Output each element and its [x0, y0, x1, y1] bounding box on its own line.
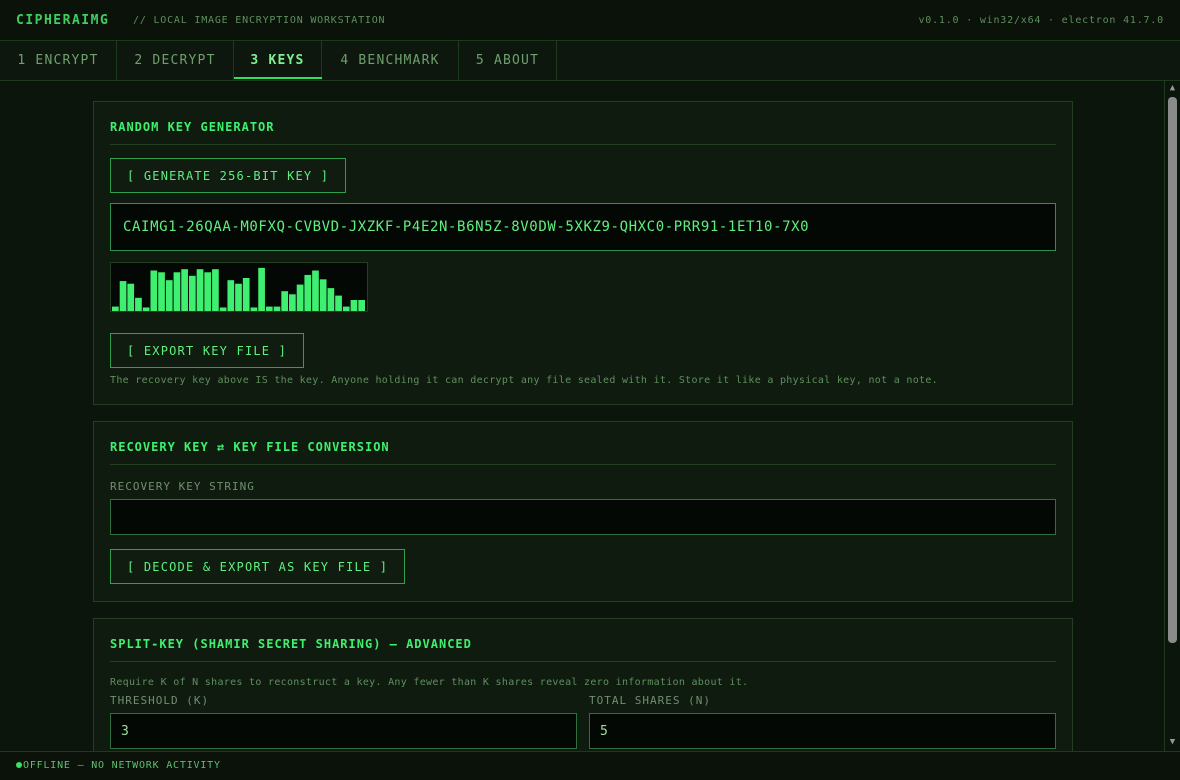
- entropy-bar: [135, 297, 142, 311]
- entropy-bar: [265, 306, 273, 311]
- active-tab-indicator: [234, 77, 322, 79]
- entropy-histogram: [110, 262, 368, 312]
- entropy-bar: [235, 283, 242, 311]
- entropy-bar: [250, 307, 258, 311]
- entropy-bar: [342, 306, 350, 311]
- entropy-bar: [289, 294, 296, 311]
- entropy-bar: [219, 307, 227, 311]
- tab-about[interactable]: 5 ABOUT: [459, 41, 557, 80]
- title-bar: CIPHERAIMG // LOCAL IMAGE ENCRYPTION WOR…: [0, 0, 1180, 41]
- recovery-key-input[interactable]: [110, 499, 1056, 535]
- entropy-bar: [173, 272, 181, 311]
- divider: [110, 144, 1056, 145]
- entropy-bar: [335, 295, 342, 311]
- entropy-bar: [150, 270, 158, 311]
- entropy-bar: [212, 269, 219, 311]
- panel-title: RECOVERY KEY ⇄ KEY FILE CONVERSION: [110, 440, 390, 454]
- entropy-bar: [227, 280, 235, 311]
- key-warning-note: The recovery key above IS the key. Anyon…: [110, 375, 938, 386]
- entropy-bar: [296, 284, 304, 311]
- divider: [110, 661, 1056, 662]
- entropy-bar: [127, 283, 135, 311]
- random-key-generator-panel: RANDOM KEY GENERATOR [ GENERATE 256-BIT …: [93, 101, 1073, 405]
- status-bar: OFFLINE — NO NETWORK ACTIVITY: [0, 751, 1180, 780]
- tab-encrypt[interactable]: 1 ENCRYPT: [0, 41, 117, 80]
- decode-export-button[interactable]: [ DECODE & EXPORT AS KEY FILE ]: [110, 549, 406, 584]
- entropy-bar: [242, 278, 250, 311]
- entropy-bar: [112, 306, 119, 311]
- entropy-bar: [142, 307, 150, 311]
- tab-decrypt[interactable]: 2 DECRYPT: [117, 41, 234, 80]
- status-indicator-icon: [16, 762, 22, 768]
- entropy-histogram-svg: [112, 267, 365, 311]
- threshold-input[interactable]: 3: [110, 713, 577, 749]
- tab-bar: 1 ENCRYPT 2 DECRYPT 3 KEYS 4 BENCHMARK 5…: [0, 41, 1180, 81]
- app-brand: CIPHERAIMG: [16, 13, 110, 28]
- vertical-scrollbar[interactable]: ▲ ▼: [1164, 81, 1180, 751]
- key-conversion-panel: RECOVERY KEY ⇄ KEY FILE CONVERSION RECOV…: [93, 421, 1073, 602]
- entropy-bar: [319, 279, 327, 311]
- entropy-bar: [204, 272, 212, 311]
- entropy-bar: [327, 288, 335, 311]
- entropy-bar: [273, 306, 281, 311]
- shamir-split-key-panel: SPLIT-KEY (SHAMIR SECRET SHARING) — ADVA…: [93, 618, 1073, 751]
- scrollbar-thumb[interactable]: [1168, 97, 1177, 643]
- entropy-bar: [358, 300, 365, 311]
- shamir-description: Require K of N shares to reconstruct a k…: [110, 677, 749, 688]
- entropy-bar: [312, 270, 319, 311]
- entropy-bar: [196, 269, 204, 311]
- entropy-bar: [350, 300, 358, 311]
- entropy-bar: [281, 291, 289, 311]
- scroll-up-arrow-icon[interactable]: ▲: [1167, 83, 1178, 93]
- main-content: RANDOM KEY GENERATOR [ GENERATE 256-BIT …: [0, 81, 1164, 751]
- entropy-bar: [258, 267, 265, 311]
- entropy-bar: [119, 281, 127, 311]
- total-shares-input[interactable]: 5: [589, 713, 1056, 749]
- entropy-bar: [188, 275, 196, 311]
- generated-key-display[interactable]: CAIMG1-26QAA-M0FXQ-CVBVD-JXZKF-P4E2N-B6N…: [110, 203, 1056, 251]
- tab-benchmark[interactable]: 4 BENCHMARK: [322, 41, 459, 80]
- generate-key-button[interactable]: [ GENERATE 256-BIT KEY ]: [110, 158, 347, 193]
- threshold-label: THRESHOLD (K): [110, 694, 210, 707]
- recovery-key-label: RECOVERY KEY STRING: [110, 480, 255, 493]
- scroll-down-arrow-icon[interactable]: ▼: [1167, 737, 1178, 747]
- panel-title: SPLIT-KEY (SHAMIR SECRET SHARING) — ADVA…: [110, 637, 472, 651]
- panel-title: RANDOM KEY GENERATOR: [110, 120, 275, 134]
- status-text: OFFLINE — NO NETWORK ACTIVITY: [23, 760, 221, 771]
- app-subtitle: // LOCAL IMAGE ENCRYPTION WORKSTATION: [133, 15, 386, 26]
- entropy-bar: [181, 269, 188, 311]
- divider: [110, 464, 1056, 465]
- entropy-bar: [304, 274, 312, 311]
- entropy-bar: [165, 280, 173, 311]
- entropy-bar: [158, 272, 165, 311]
- export-key-file-button[interactable]: [ EXPORT KEY FILE ]: [110, 333, 305, 368]
- version-info: v0.1.0 · win32/x64 · electron 41.7.0: [918, 15, 1164, 26]
- total-shares-label: TOTAL SHARES (N): [589, 694, 711, 707]
- tab-keys[interactable]: 3 KEYS: [234, 41, 322, 80]
